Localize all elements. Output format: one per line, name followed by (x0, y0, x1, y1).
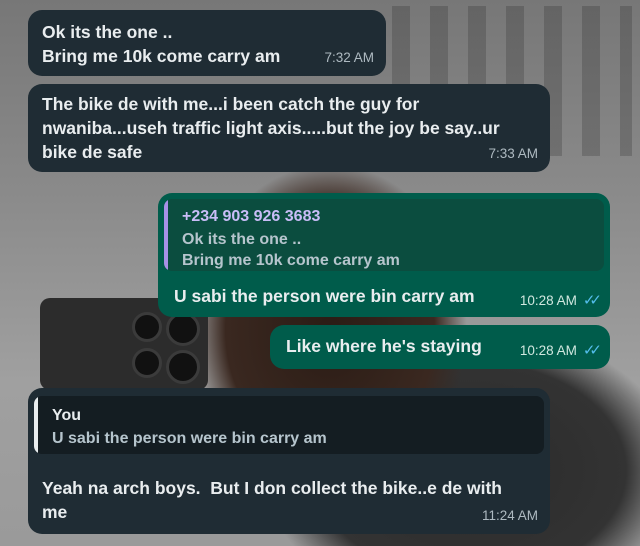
message-bubble-incoming[interactable]: Ok its the one .. Bring me 10k come carr… (28, 10, 386, 76)
camera-lens-icon (166, 312, 200, 346)
message-text: The bike de with me...i been catch the g… (42, 94, 500, 162)
quoted-text: Ok its the one .. Bring me 10k come carr… (182, 231, 400, 269)
quoted-sender: You (52, 407, 82, 424)
double-check-icon: ✓✓ (582, 292, 602, 309)
message-bubble-outgoing[interactable]: Like where he's staying 10:28 AM ✓✓ (270, 325, 610, 369)
message-meta: 10:28 AM ✓✓ (519, 289, 602, 313)
quote-accent-bar (34, 396, 38, 454)
message-timestamp: 10:28 AM (519, 293, 577, 308)
quoted-message[interactable]: You U sabi the person were bin carry am (34, 396, 544, 454)
message-text: Like where he's staying (286, 336, 482, 356)
message-bubble-incoming[interactable]: You U sabi the person were bin carry am … (28, 388, 550, 534)
double-check-icon: ✓✓ (582, 342, 602, 359)
message-timestamp: 11:24 AM (481, 508, 538, 523)
quote-accent-bar (164, 199, 168, 271)
message-timestamp: 7:32 AM (324, 50, 374, 65)
message-timestamp: 10:28 AM (519, 343, 577, 358)
camera-lens-icon (166, 350, 200, 384)
camera-lens-icon (132, 312, 162, 342)
message-text: Yeah na arch boys. But I don collect the… (42, 478, 502, 522)
message-bubble-incoming[interactable]: The bike de with me...i been catch the g… (28, 84, 550, 172)
message-bubble-outgoing[interactable]: +234 903 926 3683 Ok its the one .. Brin… (158, 193, 610, 317)
quoted-message[interactable]: +234 903 926 3683 Ok its the one .. Brin… (164, 199, 604, 271)
quoted-text: U sabi the person were bin carry am (52, 430, 327, 447)
camera-lens-icon (132, 348, 162, 378)
message-meta: 10:28 AM ✓✓ (519, 339, 602, 363)
message-timestamp: 7:33 AM (488, 146, 538, 161)
message-text: Ok its the one .. Bring me 10k come carr… (42, 22, 281, 66)
quoted-sender: +234 903 926 3683 (182, 208, 321, 225)
message-text: U sabi the person were bin carry am (174, 286, 475, 306)
